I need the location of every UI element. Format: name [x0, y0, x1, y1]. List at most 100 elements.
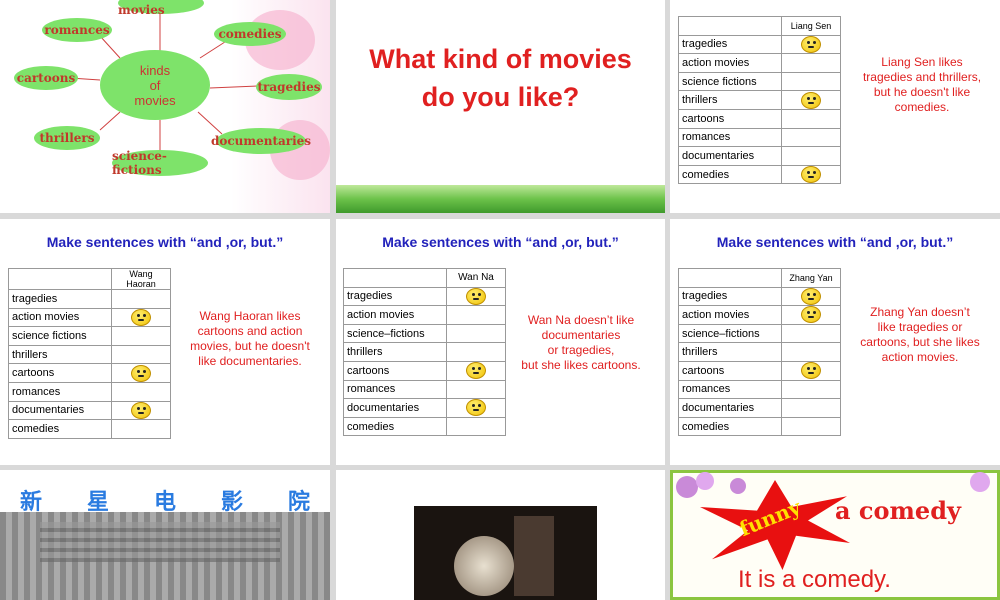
- node-comedies: comedies: [214, 22, 286, 46]
- smiley-icon: [801, 306, 821, 324]
- slide-wang-haoran[interactable]: Make sentences with “and ,or, but.” Wang…: [0, 219, 330, 465]
- slide-kinds-of-movies[interactable]: kinds of movies action movies romances c…: [0, 0, 330, 213]
- table-row: Zhang Yan: [678, 268, 841, 288]
- node-thrillers: thrillers: [34, 126, 100, 150]
- smiley-icon: [801, 362, 821, 380]
- table-row: cartoons: [8, 363, 171, 383]
- slide-title-line1: What kind of movies: [369, 44, 632, 74]
- figure-shape: [514, 516, 554, 596]
- table-header: Liang Sen: [781, 16, 841, 36]
- table-row: comedies: [678, 416, 841, 437]
- node-tragedies: tragedies: [256, 74, 322, 100]
- table-row: Wan Na: [343, 268, 506, 288]
- table-cell: thrillers: [343, 342, 447, 362]
- table-row: tragedies: [8, 289, 171, 309]
- smiley-icon: [801, 91, 821, 109]
- sentence-note: Wan Na doesn’t like documentaries or tra…: [506, 313, 656, 373]
- table-cell: tragedies: [678, 34, 782, 55]
- table-row: tragedies: [678, 34, 841, 55]
- grass-decoration: [336, 185, 665, 213]
- table-row: action movies: [8, 307, 171, 328]
- table-row: thrillers: [678, 90, 841, 110]
- table-cell: science fictions: [8, 326, 112, 346]
- note-line: movies, but he doesn't: [190, 339, 310, 353]
- table-cell: cartoons: [343, 360, 447, 381]
- table-cell: cartoons: [678, 108, 782, 129]
- slide-wan-na[interactable]: Make sentences with “and ,or, but.” Wan …: [336, 219, 665, 465]
- table-row: comedies: [343, 416, 506, 437]
- smiley-icon: [466, 399, 486, 417]
- note-line: like tragedies or: [877, 320, 963, 334]
- node-documentaries: documentaries: [211, 128, 311, 154]
- slide-liang-sen[interactable]: Liang Sen tragedies action movies scienc…: [670, 0, 1000, 213]
- table-row: tragedies: [343, 286, 506, 307]
- table-cell: thrillers: [678, 342, 782, 362]
- slide-zhang-yan[interactable]: Make sentences with “and ,or, but.” Zhan…: [670, 219, 1000, 465]
- sentence-note: Liang Sen likes tragedies and thrillers,…: [848, 55, 996, 115]
- mindmap-center: kinds of movies: [100, 50, 210, 120]
- table-row: thrillers: [678, 342, 841, 362]
- note-line: like documentaries.: [198, 354, 302, 368]
- table-row: action movies: [678, 53, 841, 73]
- table-cell: tragedies: [8, 289, 112, 309]
- table-row: science fictions: [8, 326, 171, 346]
- node-action-movies: action movies: [118, 0, 204, 17]
- table-row: cartoons: [678, 360, 841, 381]
- slide-cinema[interactable]: 新 星 电 影 院: [0, 470, 330, 600]
- table-cell: thrillers: [8, 344, 112, 365]
- table-cell: romances: [678, 127, 782, 148]
- preference-table: Wan Na tragedies action movies science–f…: [343, 268, 506, 437]
- table-cell: documentaries: [678, 398, 782, 418]
- table-row: cartoons: [678, 108, 841, 129]
- note-line: cartoons and action: [197, 324, 303, 338]
- table-row: documentaries: [678, 398, 841, 418]
- table-header: Zhang Yan: [781, 268, 841, 288]
- node-romances: romances: [42, 18, 112, 42]
- figure-shape: [454, 536, 514, 596]
- table-cell: action movies: [8, 307, 112, 328]
- table-row: Liang Sen: [678, 16, 841, 36]
- table-row: thrillers: [343, 342, 506, 362]
- note-line: action movies.: [881, 350, 959, 364]
- smiley-icon: [801, 287, 821, 305]
- table-cell: tragedies: [678, 286, 782, 307]
- note-line: Wan Na doesn’t like: [527, 313, 635, 327]
- node-cartoons: cartoons: [14, 66, 78, 90]
- table-row: cartoons: [343, 360, 506, 381]
- center-line: kinds: [139, 62, 171, 78]
- preference-table: Liang Sen tragedies action movies scienc…: [678, 16, 841, 185]
- preference-table: Zhang Yan tragedies action movies scienc…: [678, 268, 841, 437]
- table-row: romances: [678, 379, 841, 400]
- smiley-icon: [131, 401, 151, 419]
- node-science-fictions: science-fictions: [112, 149, 208, 177]
- table-header: Wang Haoran: [111, 268, 171, 290]
- slide-heading: Make sentences with “and ,or, but.”: [382, 234, 619, 250]
- table-cell: science–fictions: [678, 323, 782, 344]
- table-row: Wang Haoran: [8, 268, 171, 290]
- table-cell: thrillers: [678, 90, 782, 110]
- table-row: documentaries: [343, 398, 506, 418]
- note-line: but she likes cartoons.: [521, 358, 641, 372]
- table-row: documentaries: [8, 400, 171, 421]
- slide-comedy[interactable]: funny a comedy It is a comedy.: [670, 470, 1000, 600]
- table-row: action movies: [678, 305, 841, 325]
- table-cell: comedies: [8, 419, 112, 439]
- movie-still-image[interactable]: [414, 506, 597, 600]
- smiley-icon: [801, 35, 821, 53]
- smiley-icon: [131, 308, 151, 326]
- note-line: Zhang Yan doesn’t: [870, 305, 970, 319]
- blossom-decoration: [696, 472, 714, 490]
- table-row: action movies: [343, 305, 506, 325]
- note-line: comedies.: [894, 100, 950, 114]
- table-row: thrillers: [8, 344, 171, 365]
- center-line: of: [149, 77, 161, 93]
- note-line: documentaries: [541, 328, 621, 342]
- cinema-photo: [0, 512, 330, 600]
- table-cell: romances: [678, 379, 782, 400]
- comedy-label: a comedy: [835, 496, 961, 525]
- note-line: Liang Sen likes: [881, 55, 963, 69]
- slide-title-line2: do you like?: [421, 82, 580, 112]
- slide-video[interactable]: [336, 470, 665, 600]
- table-cell: science fictions: [678, 71, 782, 92]
- slide-question[interactable]: What kind of movies do you like?: [336, 0, 665, 213]
